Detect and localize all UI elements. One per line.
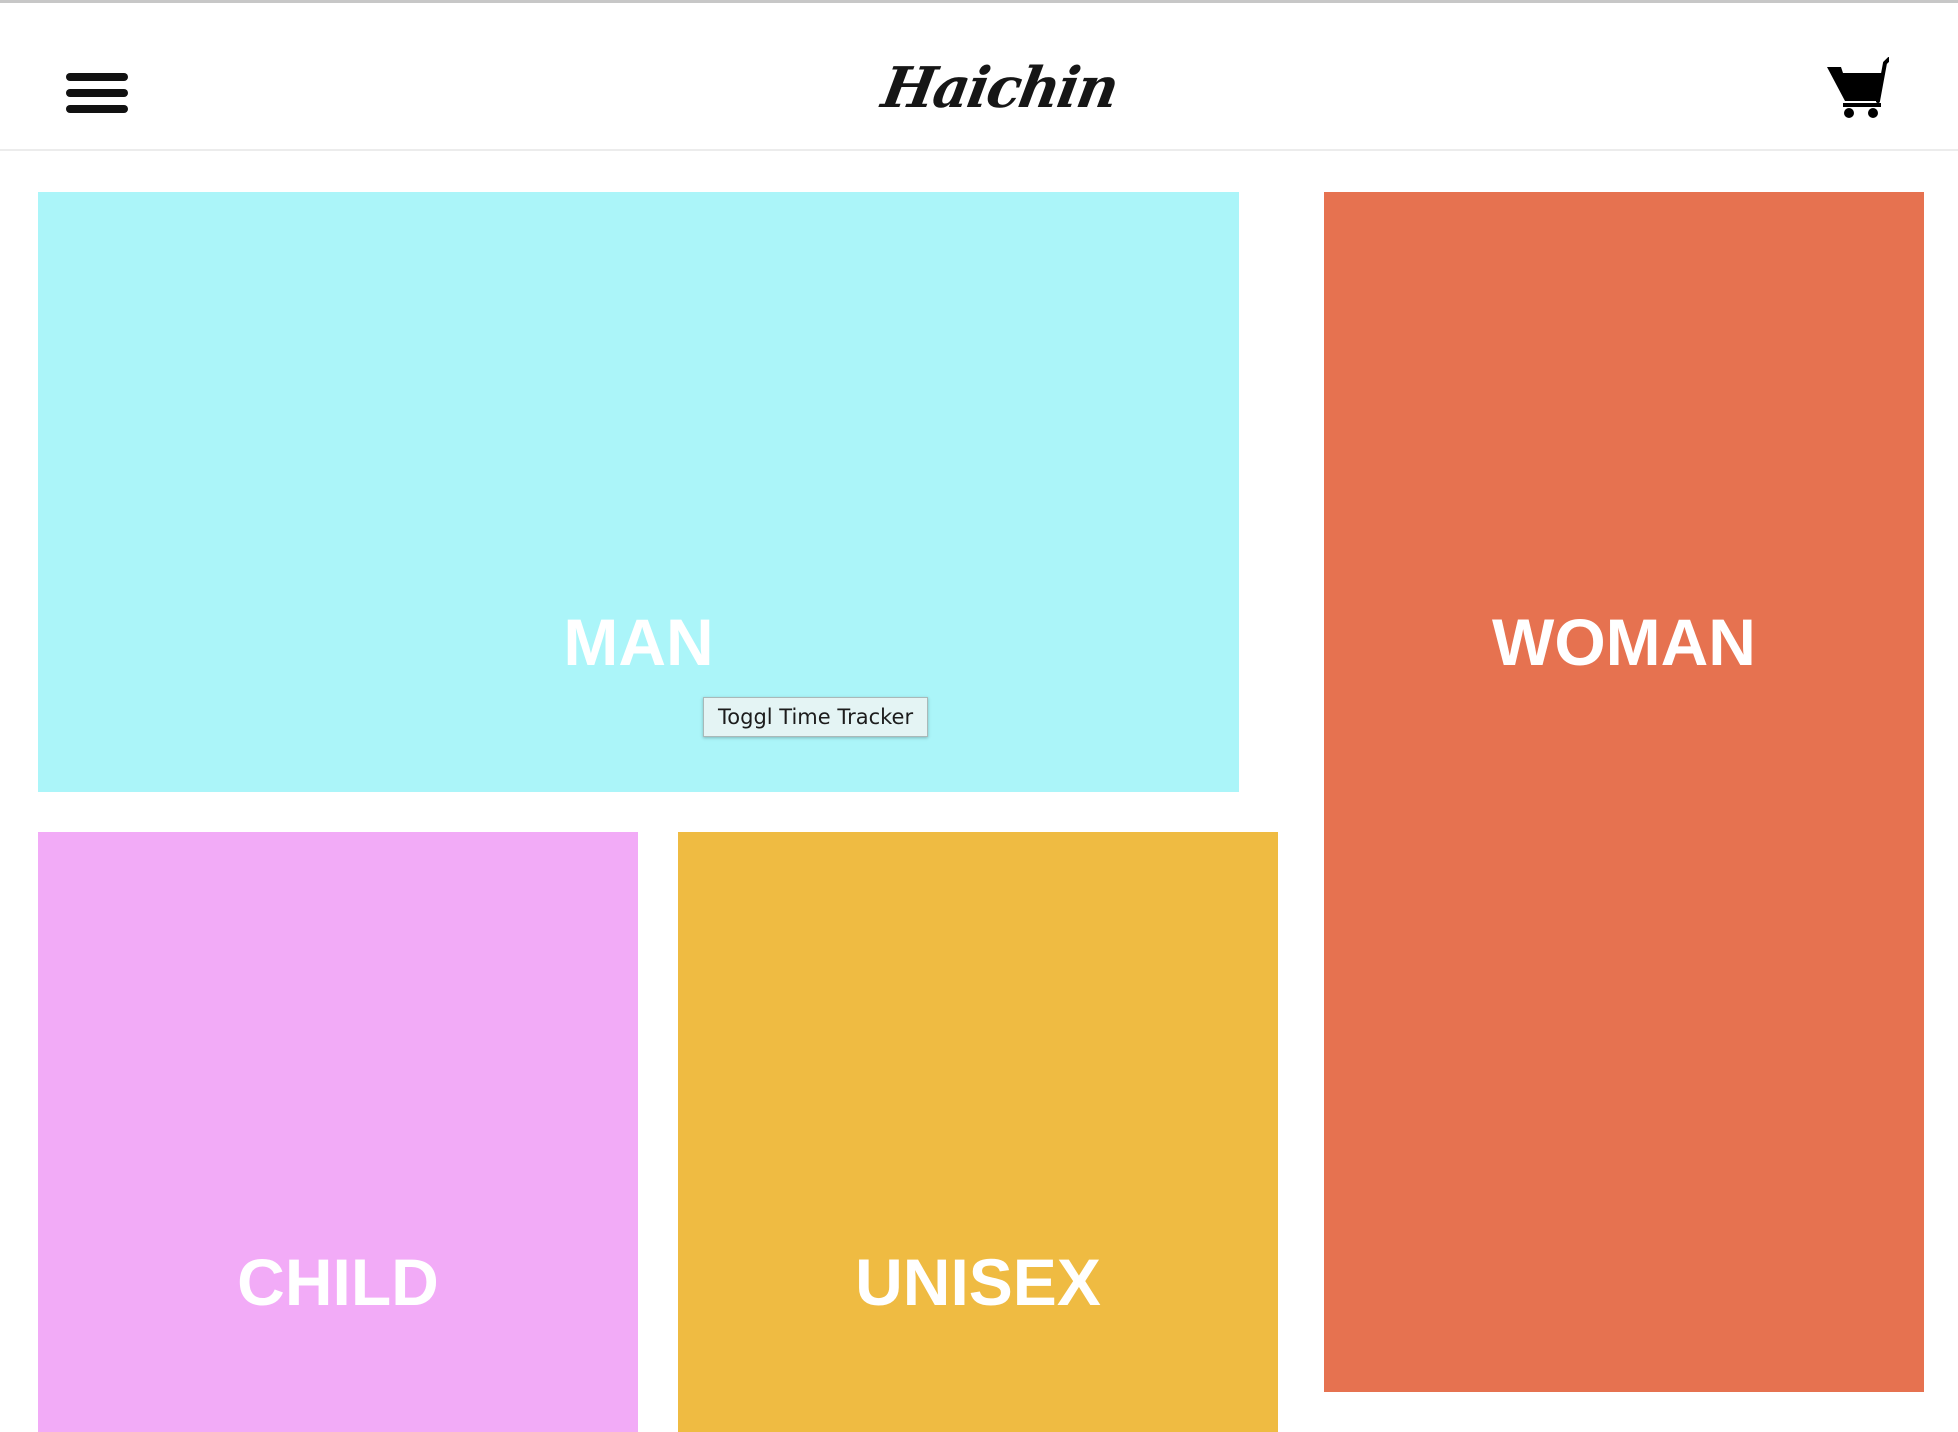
category-tile-child[interactable]: CHILD bbox=[38, 832, 638, 1432]
category-label-unisex: UNISEX bbox=[855, 1245, 1101, 1319]
shopping-cart-icon bbox=[1827, 55, 1891, 118]
category-tile-woman[interactable]: WOMAN bbox=[1324, 192, 1924, 1392]
site-header: Haichin bbox=[0, 3, 1958, 151]
logo-text: Haichin bbox=[877, 55, 1123, 121]
category-tile-unisex[interactable]: UNISEX bbox=[678, 832, 1278, 1432]
hamburger-menu-icon bbox=[66, 73, 128, 81]
hamburger-menu-icon-bar bbox=[66, 105, 128, 113]
tooltip: Toggl Time Tracker bbox=[703, 697, 929, 737]
hamburger-menu-button[interactable] bbox=[66, 73, 128, 115]
category-label-child: CHILD bbox=[237, 1245, 439, 1319]
hamburger-menu-icon-bar bbox=[66, 89, 128, 97]
category-tile-man[interactable]: MAN bbox=[38, 192, 1239, 792]
site-logo[interactable]: Haichin bbox=[878, 43, 1123, 133]
cart-button[interactable] bbox=[1825, 55, 1891, 121]
category-label-man: MAN bbox=[563, 605, 714, 679]
category-label-woman: WOMAN bbox=[1492, 605, 1756, 679]
